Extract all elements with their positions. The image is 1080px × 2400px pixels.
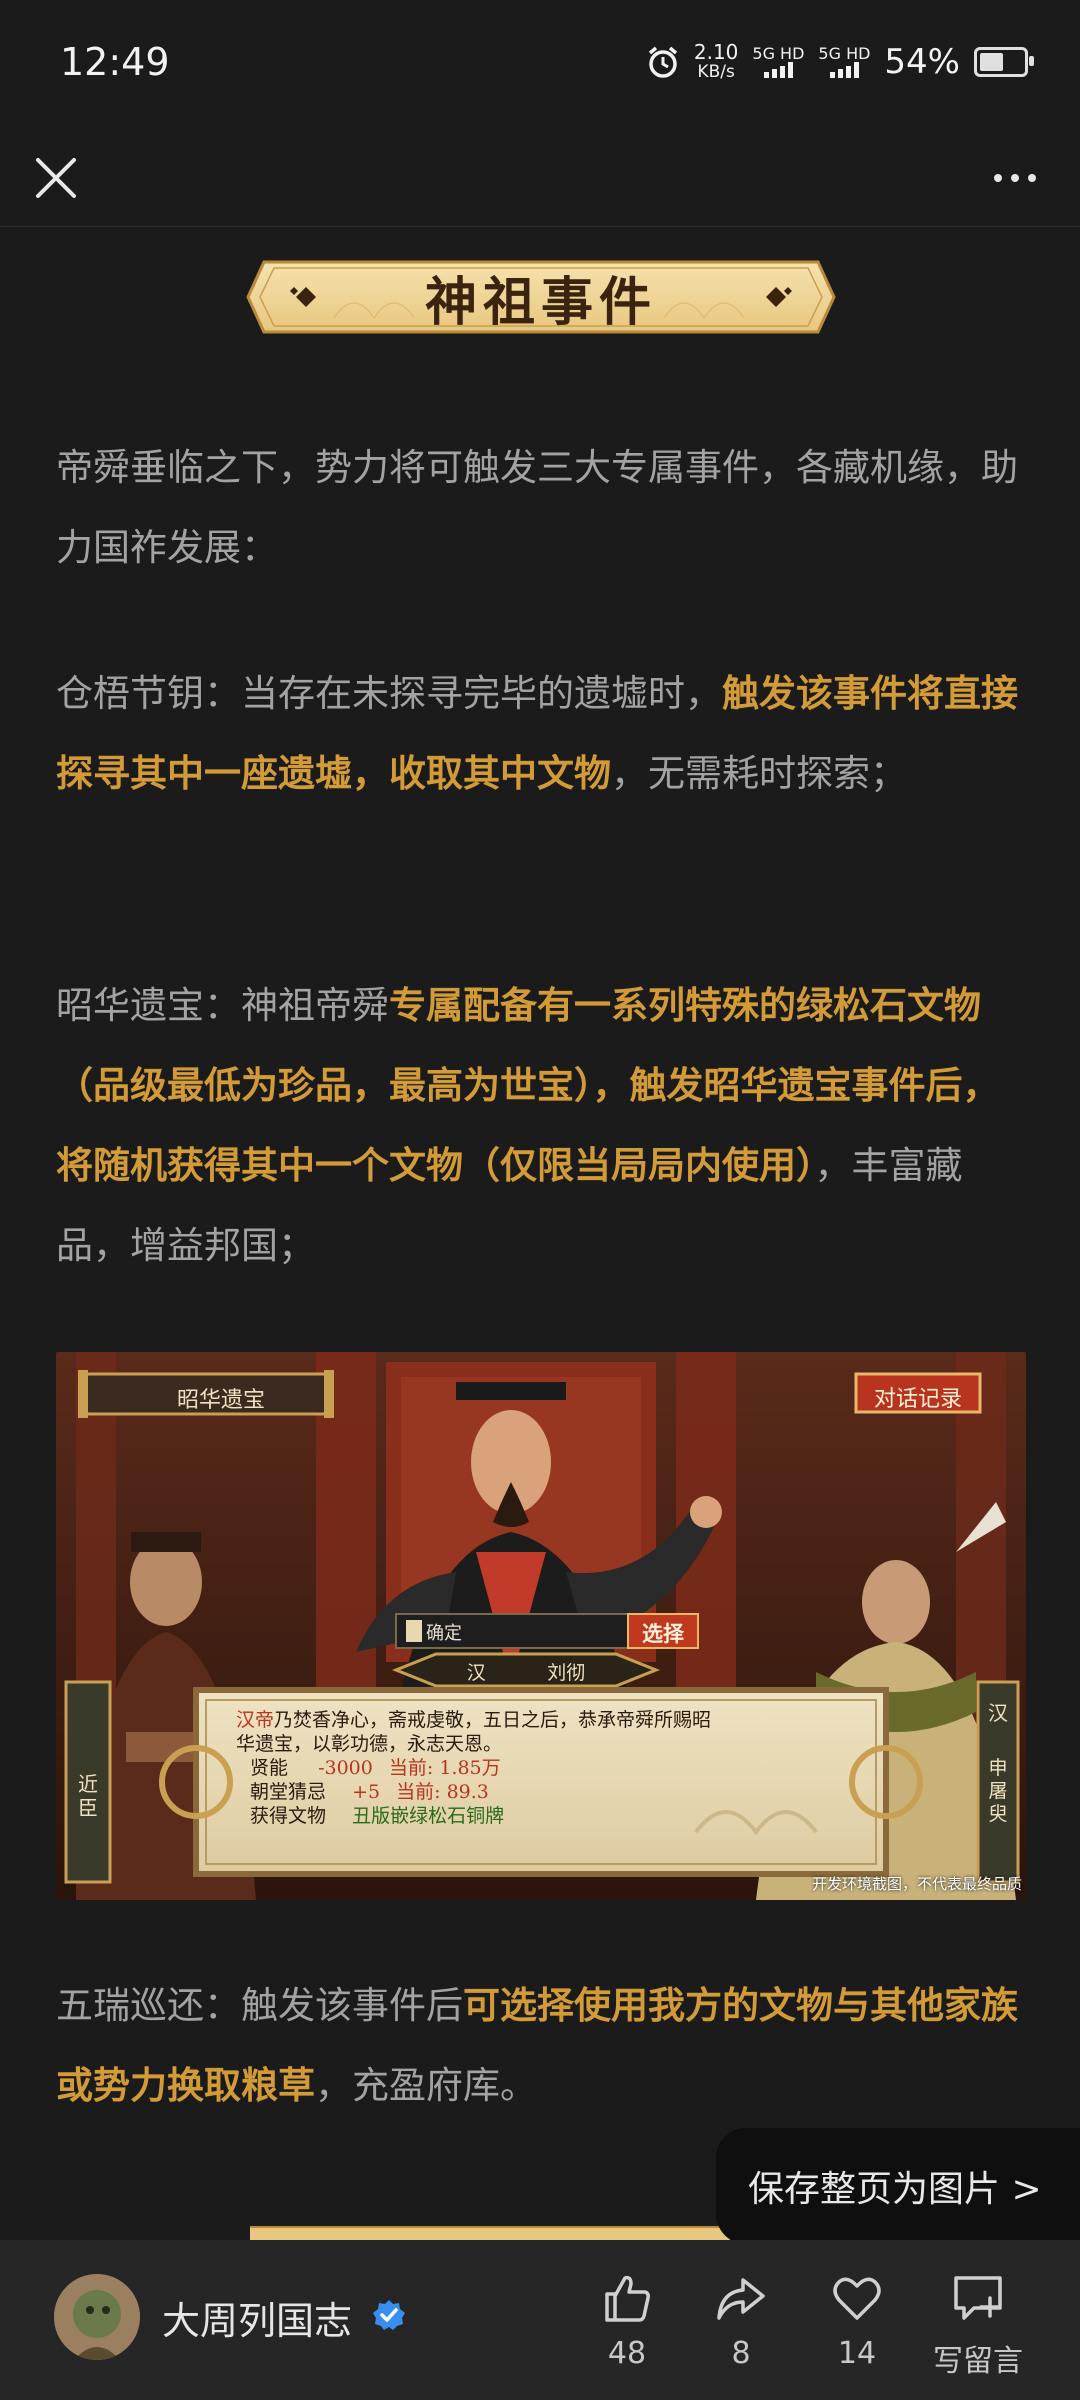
- section-title: 神祖事件: [424, 271, 657, 333]
- stat-current: 89.3: [446, 1781, 489, 1803]
- sim2-label: 5G HD: [818, 44, 871, 63]
- net-speed-value: 2.10: [693, 40, 739, 64]
- game-event-title: 昭华遗宝: [176, 1388, 265, 1413]
- signal-bars-icon: [752, 62, 804, 78]
- article-image[interactable]: 昭华遗宝 对话记录 确定 选择 汉 刘彻 近臣 汉 申屠臾 汉帝乃焚香净心，斋戒…: [56, 1352, 1026, 1900]
- comment-button[interactable]: 写留言: [916, 2270, 1040, 2380]
- status-time: 12:49: [60, 40, 170, 84]
- stat-current-label: 当前:: [388, 1757, 434, 1779]
- like-button[interactable]: 48: [572, 2270, 682, 2371]
- game-left-side-tag: 近臣: [78, 1772, 98, 1820]
- sim1-signal: 5G HD: [752, 46, 804, 78]
- net-speed: 2.10 KB/s: [694, 42, 739, 82]
- heart-icon: [833, 2277, 881, 2320]
- more-dot: [1028, 174, 1036, 182]
- game-nameplate-text: 汉 刘彻: [436, 1658, 616, 1685]
- avatar[interactable]: [54, 2274, 140, 2360]
- event-name: 五瑞巡还：: [56, 1984, 241, 2027]
- comment-add-icon: [954, 2276, 1002, 2320]
- event-name: 仓梧节钥：: [56, 672, 241, 715]
- game-choice-input[interactable]: 确定: [426, 1619, 462, 1645]
- game-right-side-tag-faction: 汉: [988, 1701, 1008, 1725]
- stat-value: 丑版嵌绿松石铜牌: [352, 1805, 505, 1827]
- comment-label: 写留言: [933, 2344, 1023, 2379]
- top-bar: [0, 130, 1080, 227]
- game-right-side-tag-name: 申屠臾: [988, 1757, 1008, 1825]
- alarm-icon: [648, 46, 677, 78]
- favorite-count: 14: [837, 2336, 877, 2371]
- stat-label: 朝堂猜忌: [250, 1781, 327, 1803]
- more-dot: [994, 174, 1002, 182]
- game-choose-button-label: 选择: [642, 1621, 684, 1646]
- nameplate-name: 刘彻: [547, 1662, 586, 1684]
- event-text: 神祖帝舜: [241, 984, 389, 1027]
- event-paragraph-zhaohua: 昭华遗宝：神祖帝舜专属配备有一系列特殊的绿松石文物（品级最低为珍品，最高为世宝）…: [56, 966, 1030, 1286]
- stat-label: 贤能: [250, 1757, 289, 1779]
- event-text: ，充盈府库。: [315, 2064, 537, 2107]
- share-button[interactable]: 8: [686, 2270, 796, 2371]
- verified-badge-icon: [373, 2300, 405, 2330]
- sim2-signal: 5G HD: [818, 46, 870, 78]
- battery-icon: [974, 47, 1034, 77]
- close-icon: [36, 158, 76, 198]
- dialog-speaker: 汉帝: [236, 1709, 275, 1731]
- net-speed-unit: KB/s: [697, 62, 735, 82]
- status-icons: 2.10 KB/s 5G HD 5G HD 54%: [646, 42, 1034, 82]
- dialog-line: 汉帝乃焚香净心，斋戒虔敬，五日之后，恭承帝舜所赐昭: [236, 1708, 856, 1732]
- avatar-image: [54, 2274, 140, 2360]
- dialog-text: 乃焚香净心，斋戒虔敬，五日之后，恭承帝舜所赐昭: [274, 1709, 712, 1731]
- game-dialog-text: 汉帝乃焚香净心，斋戒虔敬，五日之后，恭承帝舜所赐昭 华遗宝，以彰功德，永志天恩。…: [236, 1708, 856, 1828]
- stat-row: 朝堂猜忌 +5 当前: 89.3: [236, 1780, 856, 1804]
- stat-row: 贤能 -3000 当前: 1.85万: [236, 1756, 856, 1780]
- intro-paragraph: 帝舜垂临之下，势力将可触发三大专属事件，各藏机缘，助力国祚发展：: [56, 446, 1018, 569]
- status-bar: 12:49 2.10 KB/s 5G HD 5G HD 54%: [0, 0, 1080, 130]
- more-dot: [1011, 174, 1019, 182]
- battery-percent: 54%: [884, 42, 960, 82]
- share-count: 8: [731, 2336, 751, 2371]
- more-button[interactable]: [980, 148, 1050, 208]
- stat-current-label: 当前:: [396, 1781, 441, 1803]
- event-text: ，无需耗时探索；: [611, 752, 907, 795]
- event-name: 昭华遗宝：: [56, 984, 241, 1027]
- save-as-image-button[interactable]: 保存整页为图片 >: [716, 2128, 1080, 2244]
- signal-bars-icon: [818, 62, 870, 78]
- stat-delta: -3000: [318, 1757, 373, 1779]
- stat-row: 获得文物 丑版嵌绿松石铜牌: [236, 1804, 856, 1828]
- section-banner: 神祖事件: [244, 258, 838, 336]
- bottom-bar: 大周列国志 48 8 14 写留言: [0, 2240, 1080, 2400]
- author-name[interactable]: 大周列国志: [162, 2290, 352, 2345]
- image-caption: 开发环境截图，不代表最终品质: [811, 1875, 1022, 1893]
- event-paragraph-wurui: 五瑞巡还：触发该事件后可选择使用我方的文物与其他家族或势力换取粮草，充盈府库。: [56, 1966, 1030, 2126]
- like-count: 48: [607, 2336, 647, 2371]
- game-dialog-log-label: 对话记录: [873, 1387, 962, 1412]
- event-text: 触发该事件后: [241, 1984, 463, 2027]
- event-paragraph-cangwu: 仓梧节钥：当存在未探寻完毕的遗墟时，触发该事件将直接探寻其中一座遗墟，收取其中文…: [56, 654, 1030, 814]
- event-text: 当存在未探寻完毕的遗墟时，: [241, 672, 722, 715]
- sim1-label: 5G HD: [752, 44, 805, 63]
- thumbs-up-icon: [605, 2275, 650, 2322]
- stat-current: 1.85万: [439, 1757, 501, 1779]
- stat-label: 获得文物: [250, 1805, 327, 1827]
- favorite-button[interactable]: 14: [802, 2270, 912, 2371]
- dialog-text: 华遗宝，以彰功德，永志天恩。: [236, 1733, 503, 1755]
- share-icon: [717, 2278, 765, 2320]
- stat-delta: +5: [352, 1781, 381, 1803]
- nameplate-faction: 汉: [466, 1662, 486, 1684]
- close-button[interactable]: [26, 148, 86, 208]
